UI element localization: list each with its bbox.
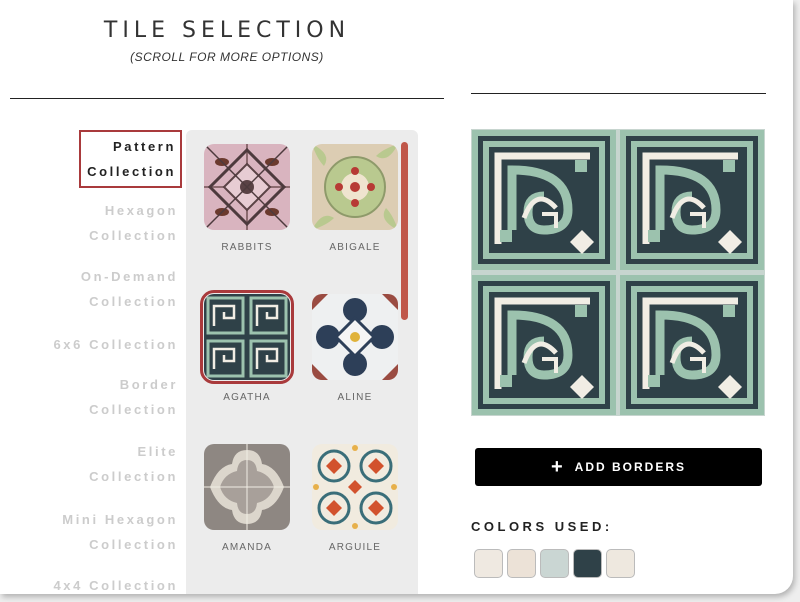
tile-card-rabbits[interactable]: RABBITS [197, 144, 297, 253]
color-swatch[interactable] [573, 549, 602, 578]
collection-label-line2: Collection [89, 228, 178, 243]
add-borders-label: ADD BORDERS [574, 460, 687, 474]
tile-card-amanda[interactable]: AMANDA [197, 444, 297, 553]
tile-name: AGATHA [223, 392, 271, 403]
arguile-tile-icon [312, 444, 398, 530]
plus-icon: + [550, 456, 565, 478]
collection-label-line1: On-Demand [80, 269, 178, 284]
collection-label-line2: Collection [89, 469, 178, 484]
color-swatch[interactable] [474, 549, 503, 578]
tile-card-aline[interactable]: ALINE [305, 294, 405, 403]
collection-item-hexagon[interactable]: Hexagon Collection [89, 198, 178, 248]
collection-item-mini-hexagon[interactable]: Mini Hexagon Collection [62, 507, 178, 557]
tile-name: ARGUILE [328, 542, 382, 553]
collection-label-line1: 6x6 Collection [53, 337, 178, 352]
agatha-tile-icon [200, 290, 294, 384]
tile-card-abigale[interactable]: ABIGALE [305, 144, 405, 253]
collection-label-line1: Elite [137, 444, 178, 459]
collection-item-4x4[interactable]: 4x4 Collection [53, 573, 178, 594]
collection-label-line2: Collection [89, 294, 178, 309]
collection-item-border[interactable]: Border Collection [89, 372, 178, 422]
rabbits-tile-icon [204, 144, 290, 230]
tile-selection-panel: TILE SELECTION (SCROLL FOR MORE OPTIONS)… [0, 0, 793, 594]
color-swatch[interactable] [606, 549, 635, 578]
collection-label-line1: Mini Hexagon [62, 512, 178, 527]
collection-label-line2: Collection [89, 537, 178, 552]
color-swatches [474, 549, 635, 578]
abigale-tile-icon [312, 144, 398, 230]
tile-name: AMANDA [222, 542, 272, 553]
tile-preview [471, 129, 765, 416]
collection-label-line1: Hexagon [104, 203, 178, 218]
add-borders-button[interactable]: + ADD BORDERS [475, 448, 762, 486]
collection-label-line2: Collection [89, 402, 178, 417]
colors-used-label: COLORS USED: [471, 519, 613, 534]
divider-right [471, 93, 766, 94]
amanda-tile-icon [204, 444, 290, 530]
color-swatch[interactable] [507, 549, 536, 578]
aline-tile-icon [312, 294, 398, 380]
divider-left [10, 98, 444, 99]
collection-label-line1: Pattern [113, 139, 176, 154]
collection-item-elite[interactable]: Elite Collection [89, 439, 178, 489]
collection-item-on-demand[interactable]: On-Demand Collection [81, 264, 178, 314]
tile-name: ALINE [337, 392, 373, 403]
tile-name: ABIGALE [329, 242, 381, 253]
page-subtitle: (SCROLL FOR MORE OPTIONS) [130, 50, 324, 64]
tile-card-arguile[interactable]: ARGUILE [305, 444, 405, 553]
page-title: TILE SELECTION [103, 18, 351, 43]
collection-label-line2: Collection [87, 164, 176, 179]
collection-item-6x6[interactable]: 6x6 Collection [53, 332, 178, 357]
collection-item-pattern[interactable]: Pattern Collection [79, 130, 182, 188]
tile-card-agatha[interactable]: AGATHA [197, 290, 297, 403]
tile-name: RABBITS [221, 242, 273, 253]
collection-label-line1: Border [119, 377, 178, 392]
color-swatch[interactable] [540, 549, 569, 578]
collection-label-line1: 4x4 Collection [53, 578, 178, 593]
